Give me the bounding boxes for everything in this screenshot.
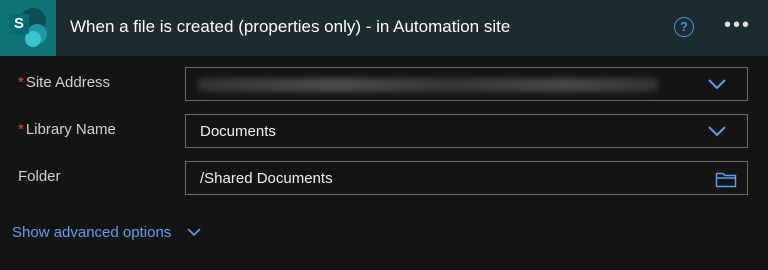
site-address-label-text: Site Address — [25, 74, 111, 91]
library-name-label: * Library Name — [18, 121, 116, 138]
library-name-label-text: Library Name — [25, 121, 116, 138]
help-icon[interactable]: ? — [674, 17, 694, 37]
folder-value: /Shared Documents — [200, 170, 333, 187]
folder-label: Folder — [18, 168, 61, 185]
folder-field[interactable]: /Shared Documents — [185, 161, 748, 195]
library-name-value: Documents — [200, 123, 276, 140]
chevron-down-icon[interactable] — [707, 124, 727, 138]
trigger-card: S When a file is created (properties onl… — [0, 0, 768, 270]
library-name-dropdown[interactable]: Documents — [185, 114, 748, 148]
card-header[interactable]: S When a file is created (properties onl… — [0, 0, 768, 56]
site-address-value-redacted — [198, 78, 658, 92]
site-address-label: * Site Address — [18, 74, 110, 91]
card-title: When a file is created (properties only)… — [70, 17, 511, 36]
logo-letter: S — [9, 14, 29, 34]
required-marker: * — [18, 121, 24, 138]
required-marker: * — [18, 74, 24, 91]
more-options-icon[interactable]: ••• — [724, 14, 751, 37]
sharepoint-logo-icon: S — [0, 0, 56, 56]
folder-icon[interactable] — [715, 170, 737, 188]
show-advanced-options-link[interactable]: Show advanced options — [12, 224, 171, 241]
site-address-dropdown[interactable] — [185, 67, 748, 101]
chevron-down-icon[interactable] — [186, 226, 202, 238]
chevron-down-icon[interactable] — [707, 77, 727, 91]
